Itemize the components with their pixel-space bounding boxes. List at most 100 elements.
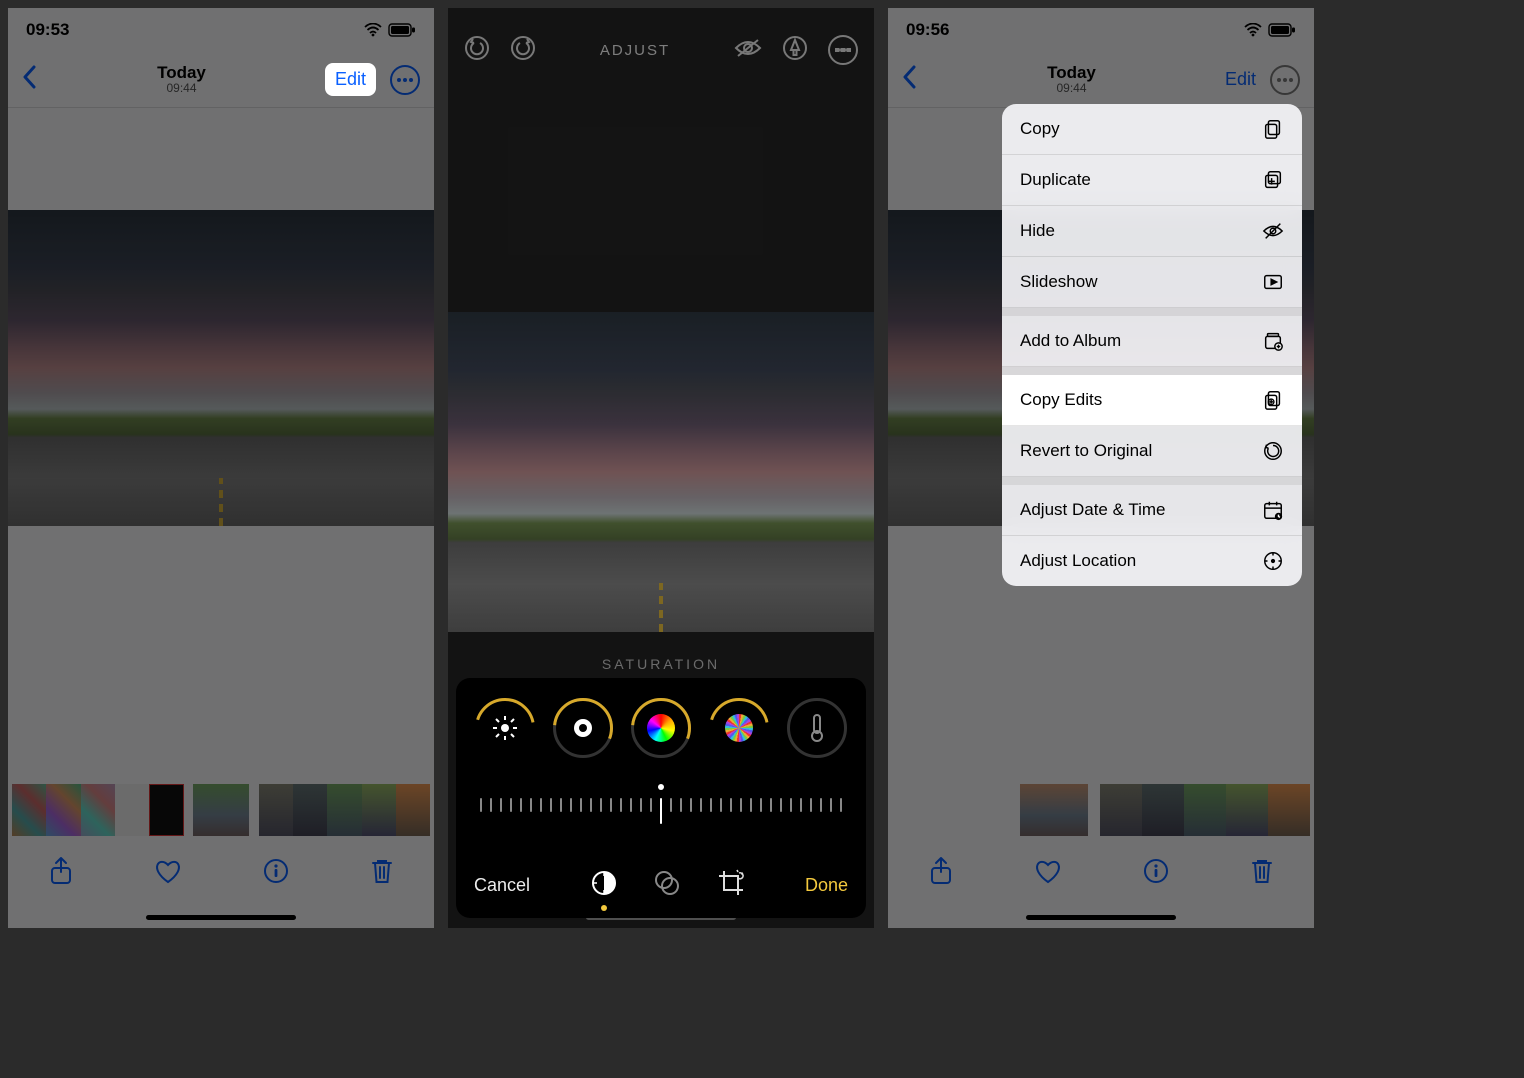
- info-button[interactable]: [1143, 858, 1169, 891]
- screenshot-view-photo: 09:53 Today 09:44 Edit: [8, 8, 434, 928]
- warmth-knob[interactable]: [787, 698, 847, 758]
- filmstrip[interactable]: [1020, 784, 1310, 836]
- menu-separator: [1002, 477, 1302, 485]
- hide-original-button[interactable]: [734, 38, 762, 63]
- menu-item-duplicate[interactable]: Duplicate: [1002, 155, 1302, 206]
- battery-icon: [388, 23, 416, 37]
- menu-item-copy[interactable]: Copy: [1002, 104, 1302, 155]
- menu-separator: [1002, 367, 1302, 375]
- adjust-filter-label: SATURATION: [448, 656, 874, 672]
- toolbar: [8, 846, 434, 902]
- photo-image: [8, 210, 434, 526]
- clock-label: 09:53: [26, 20, 69, 40]
- edit-button[interactable]: Edit: [325, 63, 376, 96]
- filmstrip[interactable]: [8, 784, 434, 836]
- menu-label: Copy Edits: [1020, 390, 1102, 410]
- markup-button[interactable]: [782, 35, 808, 66]
- thumb-selected[interactable]: [1020, 784, 1088, 836]
- nav-subtitle: 09:44: [1056, 82, 1086, 96]
- crop-mode-button[interactable]: [717, 869, 745, 902]
- menu-label: Hide: [1020, 221, 1055, 241]
- nav-title: Today: [1047, 63, 1096, 83]
- nav-header: Today 09:44 Edit: [888, 52, 1314, 108]
- thumb[interactable]: [1100, 784, 1142, 836]
- delete-button[interactable]: [1250, 857, 1274, 892]
- status-bar: 09:56: [888, 8, 1314, 52]
- menu-label: Adjust Date & Time: [1020, 500, 1166, 520]
- filters-mode-button[interactable]: [653, 870, 681, 901]
- menu-item-revert[interactable]: Revert to Original: [1002, 426, 1302, 477]
- share-button[interactable]: [49, 856, 73, 893]
- done-button[interactable]: Done: [805, 875, 848, 896]
- more-button[interactable]: [390, 65, 420, 95]
- back-button[interactable]: [22, 64, 38, 96]
- info-button[interactable]: [263, 858, 289, 891]
- clock-label: 09:56: [906, 20, 949, 40]
- photo-viewer[interactable]: [8, 108, 434, 628]
- edit-panel: Cancel Done: [456, 678, 866, 918]
- thumb[interactable]: [149, 784, 184, 836]
- menu-item-hide[interactable]: Hide: [1002, 206, 1302, 257]
- thumb[interactable]: [115, 784, 149, 836]
- edit-bottom-bar: Cancel Done: [462, 863, 860, 908]
- exposure-knob[interactable]: [553, 698, 613, 758]
- status-indicators: [364, 23, 416, 37]
- nav-header: Today 09:44 Edit: [8, 52, 434, 108]
- home-indicator[interactable]: [1026, 915, 1176, 920]
- vibrance-knob[interactable]: [709, 698, 769, 758]
- menu-label: Copy: [1020, 119, 1060, 139]
- thumb-selected[interactable]: [193, 784, 248, 836]
- more-button[interactable]: [1270, 65, 1300, 95]
- delete-button[interactable]: [370, 857, 394, 892]
- thumb[interactable]: [1184, 784, 1226, 836]
- menu-label: Revert to Original: [1020, 441, 1152, 461]
- brightness-knob[interactable]: [475, 698, 535, 758]
- action-menu: Copy Duplicate Hide Slideshow Add to Alb…: [1002, 104, 1302, 586]
- screenshot-edit-photo: ADJUST SATURATION: [448, 8, 874, 928]
- redo-button[interactable]: [510, 35, 536, 66]
- thumb[interactable]: [362, 784, 396, 836]
- cancel-button[interactable]: Cancel: [474, 875, 530, 896]
- favorite-button[interactable]: [1034, 858, 1062, 891]
- toolbar: [888, 846, 1314, 902]
- thumb[interactable]: [81, 784, 115, 836]
- status-bar: 09:53: [8, 8, 434, 52]
- thumb[interactable]: [396, 784, 430, 836]
- photo-image[interactable]: [448, 312, 874, 632]
- edit-button[interactable]: Edit: [1225, 69, 1256, 90]
- favorite-button[interactable]: [154, 858, 182, 891]
- adjust-mode-button[interactable]: [591, 870, 617, 901]
- thumb[interactable]: [293, 784, 327, 836]
- wifi-icon: [1244, 23, 1262, 37]
- wifi-icon: [364, 23, 382, 37]
- nav-title-group: Today 09:44: [1047, 63, 1096, 96]
- saturation-knob[interactable]: [631, 698, 691, 758]
- menu-item-adjust-location[interactable]: Adjust Location: [1002, 536, 1302, 586]
- edit-header: ADJUST: [448, 8, 874, 92]
- back-button[interactable]: [902, 64, 918, 96]
- thumb[interactable]: [12, 784, 46, 836]
- menu-item-add-album[interactable]: Add to Album: [1002, 316, 1302, 367]
- menu-item-copy-edits[interactable]: Copy Edits: [1002, 375, 1302, 426]
- thumb[interactable]: [46, 784, 80, 836]
- thumb[interactable]: [259, 784, 293, 836]
- home-indicator[interactable]: [146, 915, 296, 920]
- thumb[interactable]: [327, 784, 361, 836]
- status-indicators: [1244, 23, 1296, 37]
- value-ruler[interactable]: [462, 784, 860, 838]
- thumb[interactable]: [1268, 784, 1310, 836]
- share-button[interactable]: [929, 856, 953, 893]
- thumb[interactable]: [1226, 784, 1268, 836]
- thumb[interactable]: [1142, 784, 1184, 836]
- edit-mode-label: ADJUST: [600, 42, 670, 59]
- more-button[interactable]: [828, 35, 858, 65]
- menu-item-slideshow[interactable]: Slideshow: [1002, 257, 1302, 308]
- menu-item-adjust-date[interactable]: Adjust Date & Time: [1002, 485, 1302, 536]
- battery-icon: [1268, 23, 1296, 37]
- menu-label: Adjust Location: [1020, 551, 1136, 571]
- adjust-filter-row[interactable]: [462, 694, 860, 758]
- nav-title-group: Today 09:44: [157, 63, 206, 96]
- menu-label: Slideshow: [1020, 272, 1098, 292]
- screenshot-menu: 09:56 Today 09:44 Edit: [888, 8, 1314, 928]
- undo-button[interactable]: [464, 35, 490, 66]
